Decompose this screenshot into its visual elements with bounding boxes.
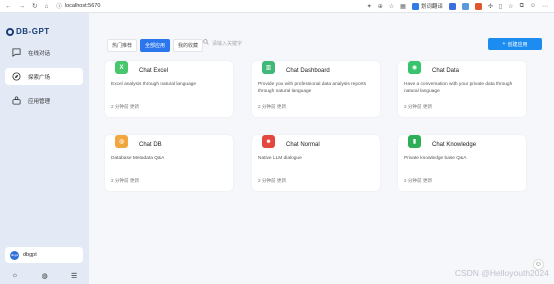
sidebar-item-label: 在线对话 — [28, 50, 51, 57]
reader-icon[interactable]: ✦ — [367, 3, 372, 10]
explore-icon — [12, 72, 21, 81]
zoom-icon[interactable]: ⊕ — [378, 3, 383, 10]
card-updated-time: 2 分钟前 更新 — [404, 104, 433, 109]
more-icon[interactable]: ⋯ — [542, 3, 548, 10]
tab-favorites[interactable]: 我的收藏 — [173, 39, 204, 52]
app-card-chat-normal[interactable]: ☻ Chat Normal Native LLM dialogue 2 分钟前 … — [252, 135, 380, 191]
language-icon[interactable]: ◍ — [42, 272, 48, 280]
back-icon[interactable]: ← — [5, 3, 12, 10]
translate-extension[interactable]: 划词翻译 — [411, 2, 443, 10]
info-icon: ⓘ — [56, 4, 62, 10]
card-title: Chat Dashboard — [286, 68, 330, 74]
browser-toolbar: ← → ↻ ⌂ ⓘ localhost:5670 ✦ ⊕ ☆ ▦ 划词翻译 ✣ … — [0, 0, 554, 13]
watermark: CSDN @Helloyouth2024 — [454, 268, 549, 278]
main-content: 热门推荐 全部应用 我的收藏 请输入关键字 + 创建应用 X Chat Exce… — [89, 13, 554, 284]
sidebar: DB-GPT 在线对话 探索广场 应用管理 dbgpt dbgpt ☼ ◍ ☰ — [0, 13, 89, 284]
user-name: dbgpt — [23, 252, 37, 258]
chat-icon — [12, 48, 21, 57]
card-title: Chat DB — [139, 142, 162, 148]
card-description: Private knowledge base Q&A — [404, 156, 467, 161]
home-icon[interactable]: ⌂ — [44, 3, 48, 10]
app-card-chat-db[interactable]: ◍ Chat DB Database Metadata Q&A 2 分钟前 更新 — [105, 135, 233, 191]
url-text: localhost:5670 — [64, 3, 101, 9]
excel-icon: X — [115, 61, 128, 74]
profile-icon[interactable]: ☺ — [530, 3, 536, 9]
sidebar-item-explore[interactable]: 探索广场 — [5, 68, 83, 85]
search-box[interactable]: 请输入关键字 — [203, 39, 242, 47]
app-card-chat-dashboard[interactable]: ▥ Chat Dashboard Provide you with profes… — [252, 61, 380, 117]
logo: DB-GPT — [6, 27, 50, 36]
app-manage-icon — [12, 96, 21, 105]
normal-chat-icon: ☻ — [262, 135, 275, 148]
smile-icon: ☺ — [534, 261, 543, 268]
card-updated-time: 2 分钟前 更新 — [258, 178, 287, 183]
search-placeholder: 请输入关键字 — [212, 40, 243, 47]
card-updated-time: 2 分钟前 更新 — [258, 104, 287, 109]
db-icon: ◍ — [115, 135, 128, 148]
card-updated-time: 2 分钟前 更新 — [404, 178, 433, 183]
app-card-chat-data[interactable]: ◉ Chat Data Have a conversation with you… — [398, 61, 526, 117]
tab-hot[interactable]: 热门推荐 — [107, 39, 138, 52]
puzzle-icon[interactable]: ✣ — [488, 3, 493, 10]
dashboard-icon: ▥ — [262, 61, 275, 74]
app-tabs: 热门推荐 全部应用 我的收藏 — [107, 39, 204, 52]
split-icon[interactable]: ▯ — [499, 3, 502, 10]
card-description: Native LLM dialogue — [258, 156, 302, 161]
card-title: Chat Data — [432, 68, 460, 74]
create-app-button[interactable]: + 创建应用 — [488, 38, 542, 50]
app-card-chat-excel[interactable]: X Chat Excel Excel analysis through natu… — [105, 61, 233, 117]
collections-icon[interactable]: ⧉ — [520, 3, 524, 10]
search-icon — [203, 39, 209, 47]
card-description: Provide you with professional data analy… — [258, 82, 366, 94]
extension-blue-icon[interactable] — [448, 2, 456, 10]
card-title: Chat Excel — [139, 68, 169, 74]
card-description: Excel analysis through natural language — [111, 82, 197, 87]
card-description: Have a conversation with your private da… — [404, 82, 513, 94]
translate-icon — [411, 2, 419, 10]
card-updated-time: 2 分钟前 更新 — [111, 178, 140, 183]
logo-text: DB-GPT — [16, 27, 50, 36]
settings-sliders-icon[interactable]: ☰ — [71, 272, 77, 280]
card-description: Database Metadata Q&A — [111, 156, 165, 161]
card-updated-time: 2 分钟前 更新 — [111, 104, 140, 109]
tab-all[interactable]: 全部应用 — [140, 39, 171, 52]
browser-extensions: ✦ ⊕ ☆ ▦ 划词翻译 ✣ ▯ ☆ ⧉ ☺ ⋯ — [367, 2, 548, 10]
extension-cloud-icon[interactable] — [461, 2, 469, 10]
address-bar[interactable]: ⓘ localhost:5670 — [56, 2, 100, 10]
card-title: Chat Knowledge — [432, 142, 477, 148]
sidebar-item-chat[interactable]: 在线对话 — [5, 44, 83, 61]
user-profile[interactable]: dbgpt dbgpt — [5, 247, 83, 263]
plus-icon: + — [502, 41, 506, 47]
translate-label: 划词翻译 — [420, 4, 443, 10]
forward-icon[interactable]: → — [19, 3, 26, 10]
sidebar-menu: 在线对话 探索广场 应用管理 — [5, 44, 83, 116]
app-card-chat-knowledge[interactable]: ▮ Chat Knowledge Private knowledge base … — [398, 135, 526, 191]
extension-orange-icon[interactable] — [474, 2, 482, 10]
reload-icon[interactable]: ↻ — [32, 2, 37, 10]
sidebar-footer: ☼ ◍ ☰ — [0, 272, 89, 280]
sidebar-item-label: 应用管理 — [28, 98, 51, 105]
card-title: Chat Normal — [286, 142, 320, 148]
theme-toggle-icon[interactable]: ☼ — [12, 272, 18, 280]
sidebar-item-app-manage[interactable]: 应用管理 — [5, 92, 83, 109]
logo-icon — [6, 27, 14, 36]
sidebar-item-label: 探索广场 — [28, 74, 51, 81]
data-chat-icon: ◉ — [408, 61, 421, 74]
avatar: dbgpt — [10, 250, 19, 260]
knowledge-icon: ▮ — [408, 135, 421, 148]
favorites-icon[interactable]: ☆ — [508, 3, 513, 10]
create-app-label: 创建应用 — [507, 41, 528, 48]
star-icon[interactable]: ☆ — [389, 3, 394, 10]
grid-icon[interactable]: ▦ — [400, 3, 406, 10]
browser-nav: ← → ↻ ⌂ — [0, 2, 48, 11]
